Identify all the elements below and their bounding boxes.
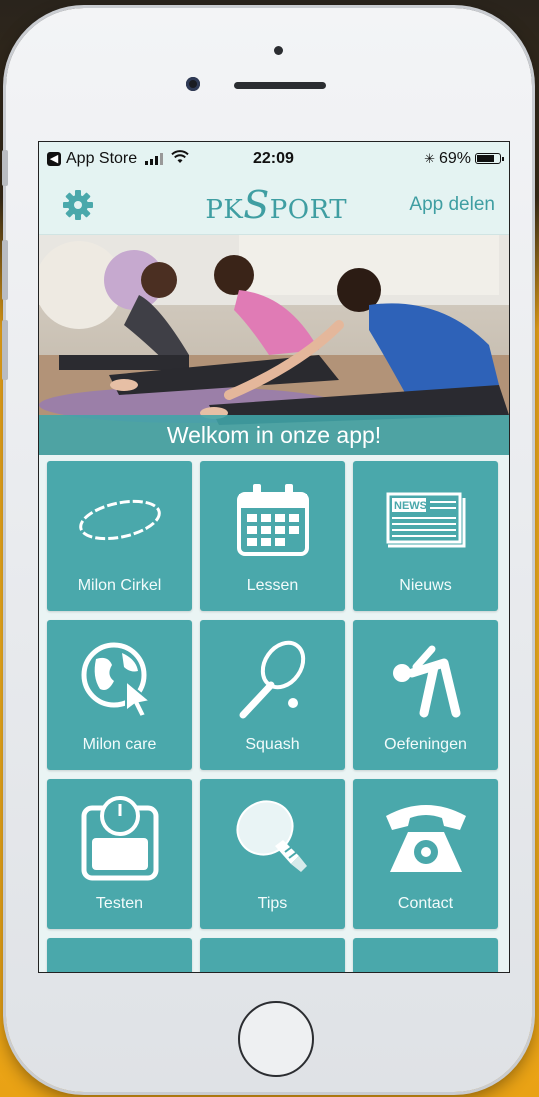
scale-icon [81,796,158,881]
signal-strength-icon [145,152,164,165]
tile-partial-1[interactable] [47,938,192,972]
exercise-figure-icon [392,645,460,718]
clock: 22:09 [253,149,294,167]
tile-label: Squash [245,736,300,753]
menu-grid: Milon Cirkel Lessen NEWS Nieuws Milon ca… [47,461,498,972]
lightbulb-icon [235,800,307,872]
wifi-icon [171,149,189,168]
squash-racket-icon [239,640,305,719]
pksport-logo: PKSPORT [205,182,348,227]
app-header: PKSPORT App delen [39,175,509,235]
tile-label: Contact [397,895,454,912]
newspaper-icon: NEWS [386,492,465,548]
share-app-link[interactable]: App delen [409,194,495,216]
bluetooth-icon: ✳ [424,150,435,166]
tile-label: Tips [257,895,288,912]
svg-text:NEWS: NEWS [394,500,427,512]
calendar-icon [236,484,309,556]
volume-up-button [2,240,8,300]
tile-squash[interactable]: Squash [200,620,345,770]
tile-oefeningen[interactable]: Oefeningen [353,620,498,770]
home-button[interactable] [238,1001,314,1077]
tile-lessen[interactable]: Lessen [200,461,345,611]
welcome-caption: Welkom in onze app! [39,415,509,455]
proximity-sensor [274,46,283,55]
tile-label: Testen [95,895,144,912]
mute-switch [2,150,8,186]
battery-percent: 69% [438,149,471,167]
back-arrow-icon[interactable]: ◀ [47,151,61,166]
tile-testen[interactable]: Testen [47,779,192,929]
tile-partial-3[interactable] [353,938,498,972]
tile-contact[interactable]: Contact [353,779,498,929]
tile-label: Lessen [246,577,299,594]
tile-tips[interactable]: Tips [200,779,345,929]
battery-icon [475,153,504,164]
tile-label: Milon Cirkel [77,577,162,594]
volume-down-button [2,320,8,380]
tile-label: Milon care [82,736,157,753]
tile-milon-care[interactable]: Milon care [47,620,192,770]
settings-gear-icon[interactable] [61,188,95,222]
app-screen: ◀ App Store 22:09 ✳ 69% PKSPORT App dele… [38,141,510,973]
hero-banner: Welkom in onze app! [39,235,509,455]
front-camera [186,77,200,91]
status-bar: ◀ App Store 22:09 ✳ 69% [39,142,509,175]
tile-label: Oefeningen [384,736,467,753]
tile-milon-cirkel[interactable]: Milon Cirkel [47,461,192,611]
back-to-app-label[interactable]: App Store [66,150,137,168]
milon-ring-icon [78,499,161,541]
telephone-icon [385,805,466,872]
tile-partial-2[interactable] [200,938,345,972]
tile-label: Nieuws [399,577,452,594]
earpiece-speaker [234,82,326,89]
tile-nieuws[interactable]: NEWS Nieuws [353,461,498,611]
globe-cursor-icon [81,642,152,719]
